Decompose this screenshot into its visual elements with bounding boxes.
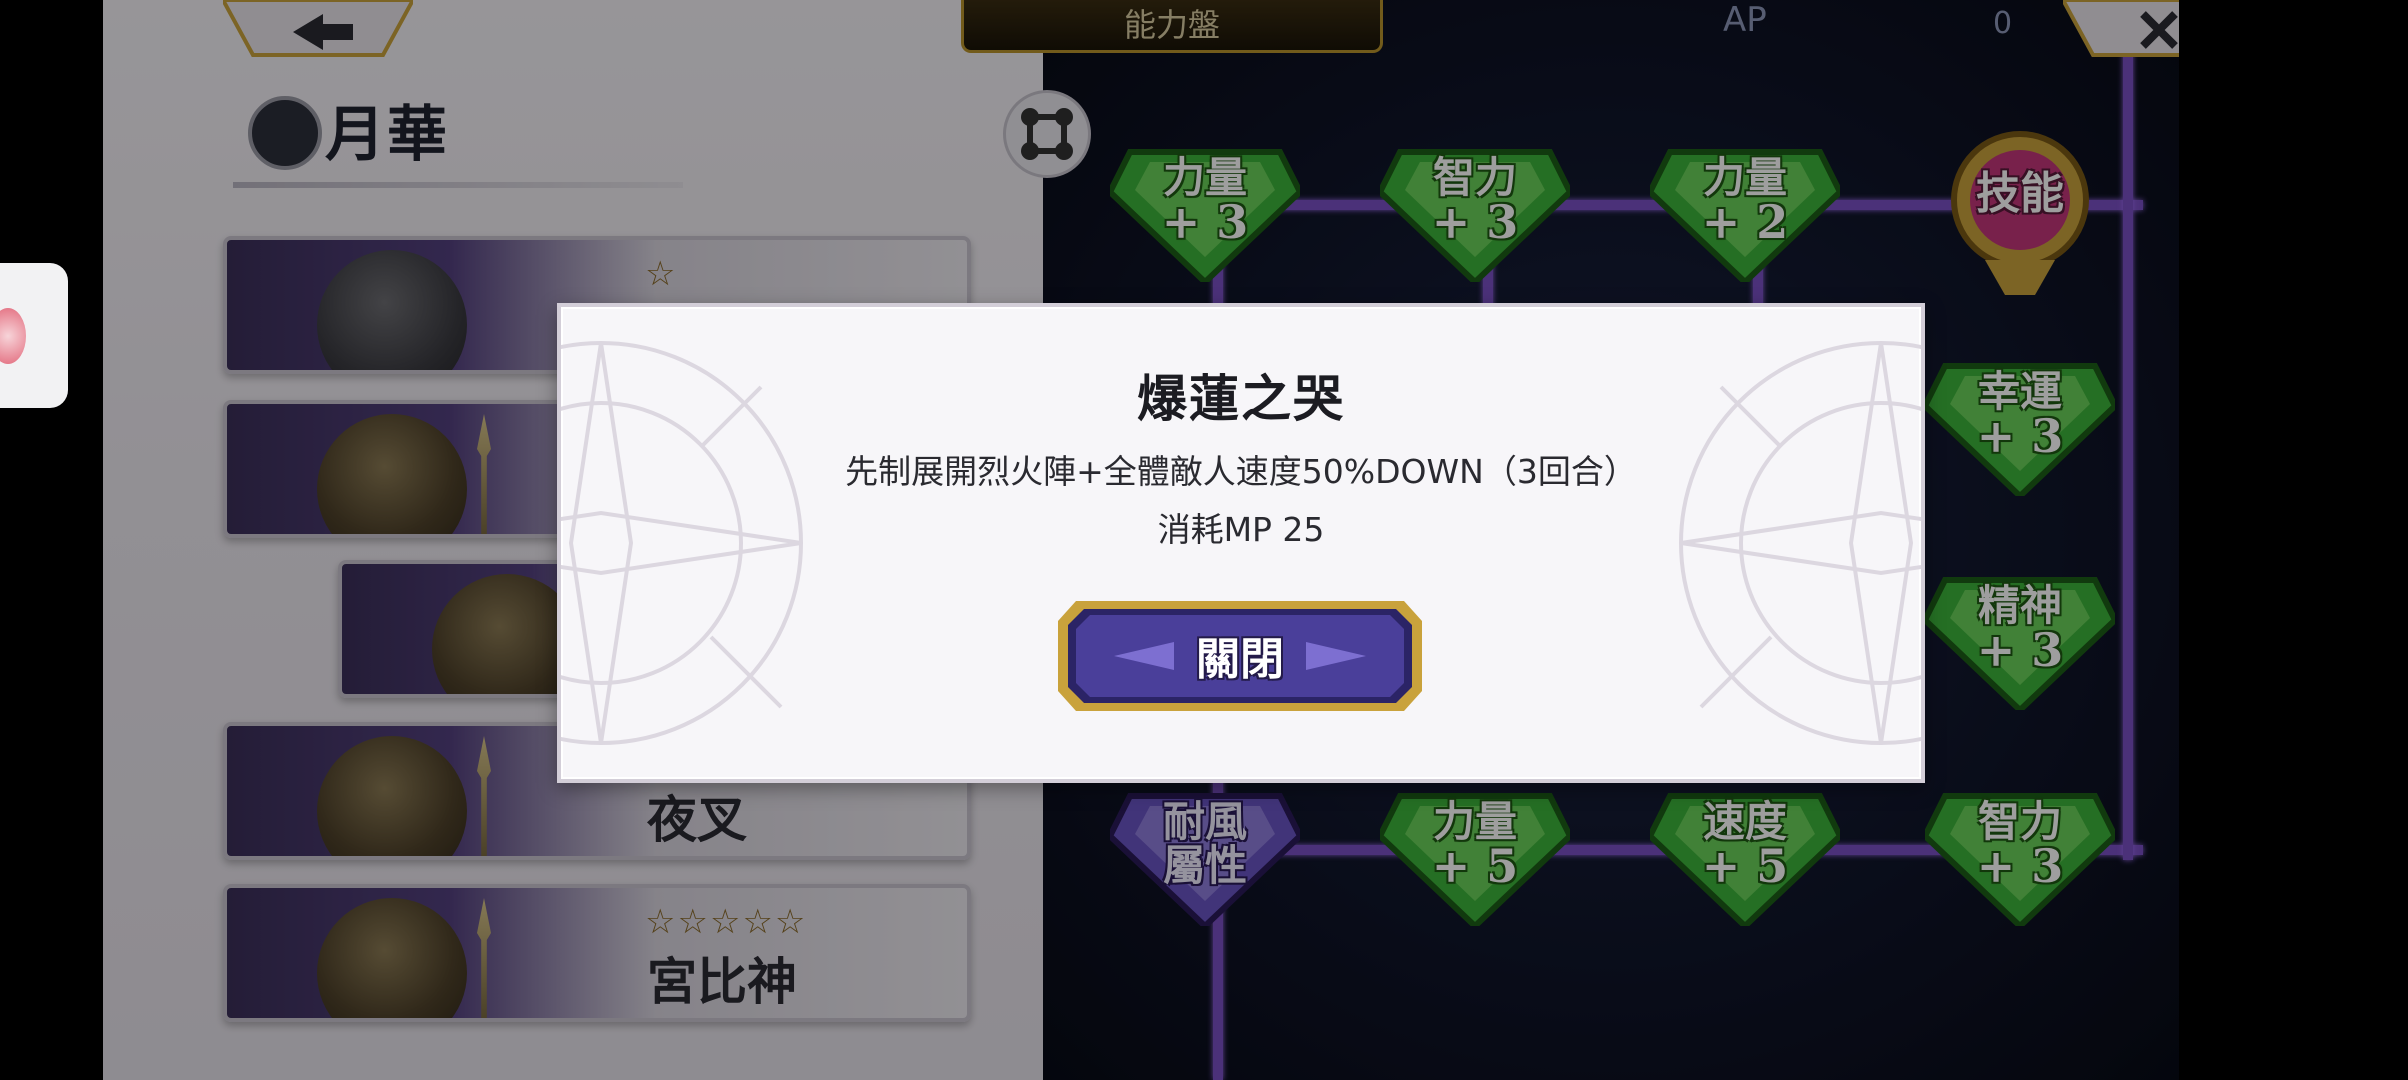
skill-title: 爆蓮之哭	[1137, 369, 1345, 428]
close-dialog-button[interactable]: 關閉	[1054, 597, 1426, 715]
close-button-label: 關閉	[1196, 634, 1284, 685]
skill-mp-cost: 消耗MP 25	[1157, 510, 1325, 549]
skill-detail-dialog: 爆蓮之哭 先制展開烈火陣+全體敵人速度50%DOWN（3回合） 消耗MP 25 …	[557, 303, 1925, 783]
skill-description: 先制展開烈火陣+全體敵人速度50%DOWN（3回合）	[845, 452, 1637, 491]
